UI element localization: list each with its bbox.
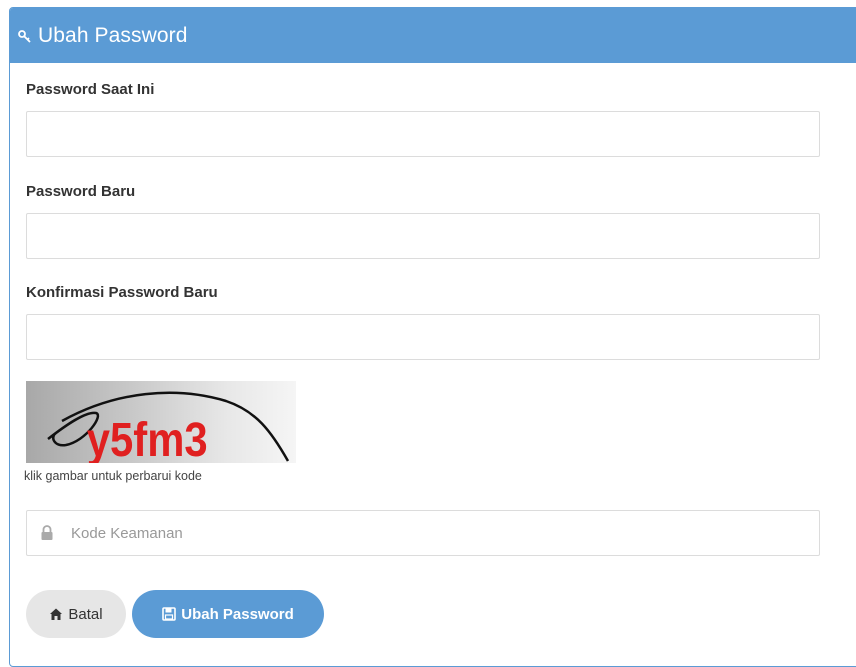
panel-header: Ubah Password	[10, 8, 856, 63]
change-password-button[interactable]: Ubah Password	[132, 590, 324, 638]
captcha-text: y5fm3	[87, 412, 208, 463]
captcha-image[interactable]: y5fm3	[26, 381, 296, 463]
security-code-field	[26, 510, 820, 556]
cancel-button[interactable]: Batal	[26, 590, 126, 638]
current-password-input[interactable]	[26, 111, 820, 157]
key-icon	[18, 29, 31, 43]
captcha-hint: klik gambar untuk perbarui kode	[24, 469, 202, 483]
new-password-input[interactable]	[26, 213, 820, 259]
save-icon	[162, 607, 177, 621]
captcha-graphic: y5fm3	[47, 391, 290, 463]
lock-icon	[41, 525, 53, 540]
confirm-password-input[interactable]	[26, 314, 820, 360]
confirm-password-label: Konfirmasi Password Baru	[26, 284, 218, 301]
home-icon	[50, 608, 63, 620]
change-password-panel: Ubah Password Password Saat Ini Password…	[9, 7, 856, 667]
panel-title: Ubah Password	[38, 23, 188, 47]
cancel-button-label: Batal	[68, 605, 103, 623]
current-password-label: Password Saat Ini	[26, 81, 155, 98]
change-password-button-label: Ubah Password	[181, 605, 294, 623]
security-code-input[interactable]	[26, 510, 820, 556]
new-password-label: Password Baru	[26, 183, 136, 200]
